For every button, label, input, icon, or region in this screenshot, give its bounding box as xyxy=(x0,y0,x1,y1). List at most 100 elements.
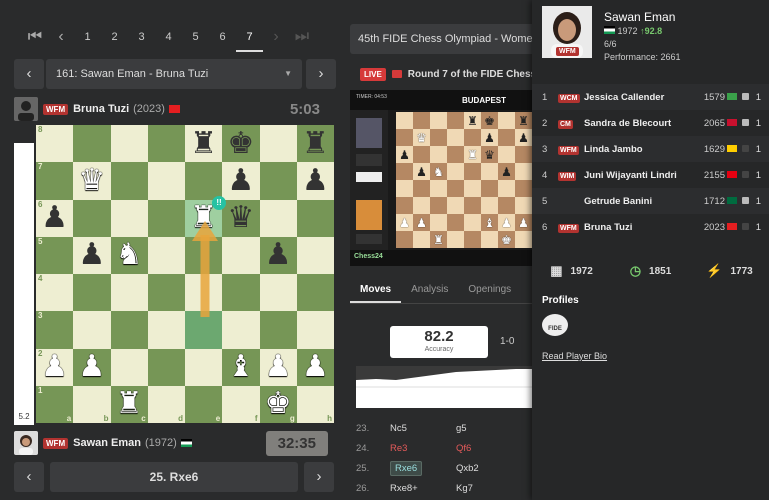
opponent-row[interactable]: 5 Getrude Banini 1712 1 xyxy=(532,188,769,214)
board-square[interactable] xyxy=(110,125,148,163)
chess-board[interactable]: 8 ♜ ♚ ♜ 7 ♛ ♟ ♟ 6 ♟ ♜ ♛ 5 ♟ ♞ ♟ 4 3 2 ♟ ♟ ♝ ♟ ♟ 1 a b c ♜ d e f g ♚ h xyxy=(36,125,334,423)
opponent-name[interactable]: Bruna Tuzi xyxy=(584,222,696,233)
prev-game-button[interactable]: ‹ xyxy=(14,59,44,89)
board-square[interactable] xyxy=(110,199,148,237)
board-square[interactable]: 6 ♟ xyxy=(36,199,74,237)
tab-analysis[interactable]: Analysis xyxy=(401,280,458,303)
board-square[interactable]: 8 xyxy=(36,125,74,163)
black-move[interactable]: g5 xyxy=(456,423,467,434)
black-pawn-icon[interactable]: ♟ xyxy=(41,203,68,233)
fide-logo-icon[interactable]: FIDE xyxy=(542,314,568,336)
board-square[interactable]: ♞ xyxy=(110,236,148,274)
next-move-button[interactable]: › xyxy=(304,462,334,492)
white-bishop-icon[interactable]: ♝ xyxy=(227,352,254,382)
white-move[interactable]: Rxe8+ xyxy=(390,483,418,494)
player-name[interactable]: Bruna Tuzi xyxy=(73,103,129,115)
board-square[interactable] xyxy=(259,199,297,237)
board-square[interactable]: 7 xyxy=(36,162,74,200)
board-square[interactable]: ♟ xyxy=(73,236,111,274)
page-number[interactable]: 5 xyxy=(182,22,209,52)
board-square[interactable] xyxy=(147,199,185,237)
page-number[interactable]: 7 xyxy=(236,22,263,52)
opponent-row[interactable]: 1 WCM Jessica Callender 1579 1 xyxy=(532,84,769,110)
board-square[interactable] xyxy=(147,125,185,163)
board-square[interactable]: h xyxy=(296,385,334,423)
board-square[interactable] xyxy=(147,236,185,274)
tab-openings[interactable]: Openings xyxy=(458,280,521,303)
black-move[interactable]: Qf6 xyxy=(456,443,471,454)
black-queen-icon[interactable]: ♛ xyxy=(227,203,254,233)
board-square[interactable]: ♛ xyxy=(222,199,260,237)
black-pawn-icon[interactable]: ♟ xyxy=(78,240,105,270)
board-square[interactable]: 1a xyxy=(36,385,74,423)
board-square[interactable]: b xyxy=(73,385,111,423)
board-square[interactable] xyxy=(185,236,223,274)
page-number[interactable]: 3 xyxy=(128,22,155,52)
board-square[interactable] xyxy=(147,274,185,312)
white-knight-icon[interactable]: ♞ xyxy=(116,240,143,270)
last-page-icon[interactable]: ⏭ xyxy=(289,28,315,46)
board-square[interactable]: d xyxy=(147,385,185,423)
prev-move-button[interactable]: ‹ xyxy=(14,462,44,492)
white-queen-icon[interactable]: ♛ xyxy=(78,165,105,196)
black-rook-icon[interactable]: ♜ xyxy=(302,128,329,159)
board-square[interactable] xyxy=(222,274,260,312)
board-square[interactable]: ♟ xyxy=(259,348,297,386)
board-square[interactable] xyxy=(73,199,111,237)
white-move[interactable]: Nc5 xyxy=(390,423,407,434)
white-pawn-icon[interactable]: ♟ xyxy=(265,352,292,382)
board-square[interactable]: 2 ♟ xyxy=(36,348,74,386)
avatar[interactable] xyxy=(14,97,38,121)
opponent-row[interactable]: 6 WFM Bruna Tuzi 2023 1 xyxy=(532,214,769,240)
prev-page-icon[interactable]: ‹ xyxy=(48,28,74,46)
board-square[interactable] xyxy=(110,162,148,200)
board-square[interactable]: ♟ xyxy=(73,348,111,386)
board-square[interactable] xyxy=(185,274,223,312)
board-square[interactable] xyxy=(296,311,334,349)
board-square[interactable]: f xyxy=(222,385,260,423)
board-square[interactable] xyxy=(296,236,334,274)
board-square[interactable] xyxy=(147,311,185,349)
board-square[interactable]: ♟ xyxy=(222,162,260,200)
first-page-icon[interactable]: ⏮ xyxy=(22,28,48,46)
page-number[interactable]: 4 xyxy=(155,22,182,52)
board-square[interactable]: c ♜ xyxy=(110,385,148,423)
white-pawn-icon[interactable]: ♟ xyxy=(78,352,105,382)
avatar[interactable] xyxy=(14,431,38,455)
page-number[interactable]: 1 xyxy=(74,22,101,52)
live-title[interactable]: Round 7 of the FIDE Chess Ol xyxy=(408,69,532,80)
board-square[interactable] xyxy=(73,311,111,349)
board-square[interactable] xyxy=(222,311,260,349)
page-number[interactable]: 2 xyxy=(101,22,128,52)
opponent-name[interactable]: Jessica Callender xyxy=(584,92,696,103)
white-move[interactable]: Rxe6 xyxy=(390,460,423,476)
board-square[interactable]: ♝ xyxy=(222,348,260,386)
opponent-name[interactable]: Getrude Banini xyxy=(584,196,696,207)
board-square[interactable] xyxy=(296,199,334,237)
board-square[interactable]: ♟ xyxy=(296,348,334,386)
board-square[interactable]: e xyxy=(185,385,223,423)
black-pawn-icon[interactable]: ♟ xyxy=(265,240,292,270)
game-select[interactable]: 161: Sawan Eman - Bruna Tuzi ▼ xyxy=(46,59,302,89)
event-select[interactable]: 45th FIDE Chess Olympiad - Women's xyxy=(350,24,532,54)
read-bio-link[interactable]: Read Player Bio xyxy=(542,351,607,361)
black-pawn-icon[interactable]: ♟ xyxy=(302,165,329,196)
opponent-name[interactable]: Sandra de Blecourt xyxy=(584,118,696,129)
board-square[interactable]: ♜ xyxy=(185,125,223,163)
white-king-icon[interactable]: ♚ xyxy=(265,389,292,419)
board-square[interactable]: ♟ xyxy=(296,162,334,200)
board-square[interactable]: ♟ xyxy=(259,236,297,274)
board-square[interactable]: 4 xyxy=(36,274,74,312)
board-square[interactable] xyxy=(185,311,223,349)
board-square[interactable] xyxy=(259,125,297,163)
board-square[interactable] xyxy=(110,348,148,386)
white-pawn-icon[interactable]: ♟ xyxy=(302,352,329,382)
opponent-row[interactable]: 4 WIM Juni Wijayanti Lindri 2155 1 xyxy=(532,162,769,188)
page-number[interactable]: 6 xyxy=(209,22,236,52)
player-name[interactable]: Sawan Eman xyxy=(73,437,141,449)
tab-moves[interactable]: Moves xyxy=(350,280,402,303)
board-square[interactable] xyxy=(147,348,185,386)
white-move[interactable]: Re3 xyxy=(390,443,407,454)
board-square[interactable]: ♚ xyxy=(222,125,260,163)
board-square[interactable]: ♛ xyxy=(73,162,111,200)
